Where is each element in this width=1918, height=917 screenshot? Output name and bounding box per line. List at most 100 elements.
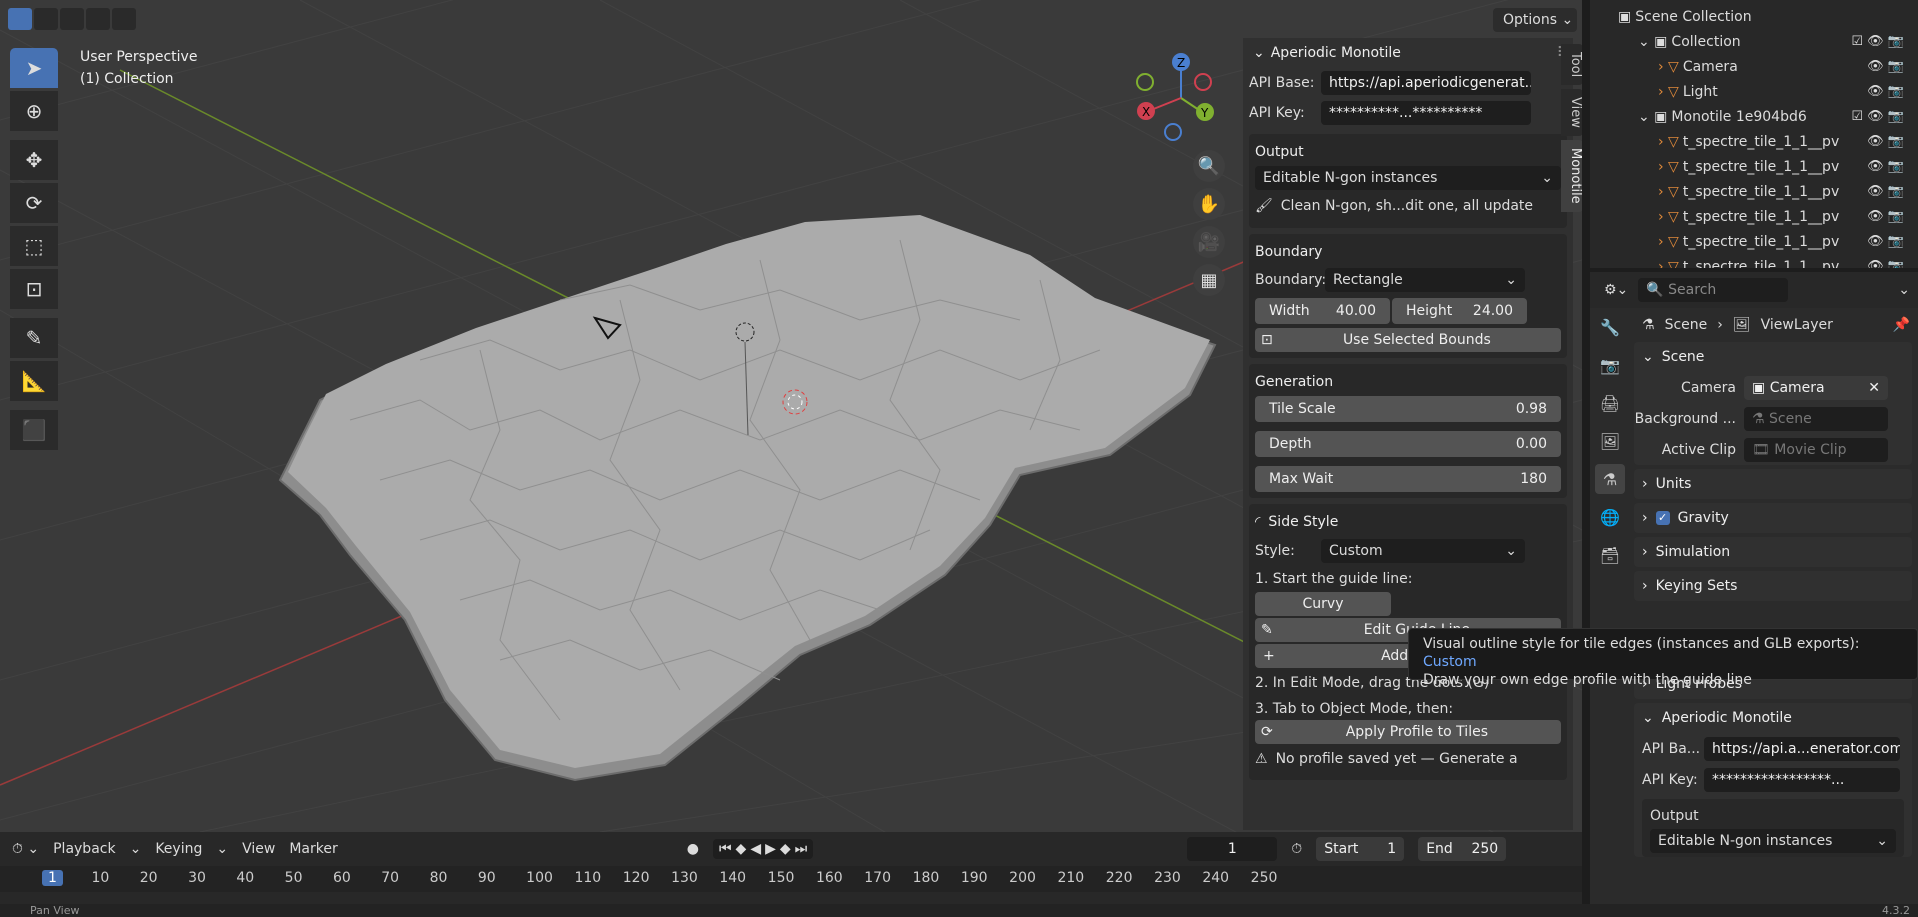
- props-api-key-field[interactable]: *****************...: [1704, 767, 1900, 792]
- render-tab-icon[interactable]: 📷: [1595, 350, 1625, 380]
- outliner-row[interactable]: › ▽ t_spectre_tile_1_1__pv 👁 📷: [1590, 154, 1918, 179]
- navigation-gizmo[interactable]: Z Y X: [1135, 52, 1230, 147]
- addon-panel-header[interactable]: ⌄Aperiodic Monotile⠿: [1249, 38, 1567, 68]
- visibility-toggles[interactable]: ☑ 👁 📷: [1851, 34, 1904, 49]
- grid-view-icon[interactable]: ▦: [1193, 264, 1225, 296]
- world-tab-icon[interactable]: 🌐: [1595, 502, 1625, 532]
- camera-view-icon[interactable]: 🎥: [1193, 226, 1225, 258]
- editor-type-icon[interactable]: ⏱ ⌄: [12, 841, 39, 857]
- next-key-icon[interactable]: ◆: [780, 841, 791, 857]
- start-field[interactable]: 1: [1387, 837, 1396, 861]
- units-panel-header[interactable]: › Units: [1634, 469, 1912, 499]
- outliner-row[interactable]: › ▽ t_spectre_tile_1_1__pv 👁 📷: [1590, 129, 1918, 154]
- outliner-row[interactable]: › ▽ t_spectre_tile_1_1__pv 👁 📷: [1590, 229, 1918, 254]
- transform-tool[interactable]: ⊡: [10, 269, 58, 309]
- rotate-tool[interactable]: ⟳: [10, 183, 58, 223]
- annotate-tool[interactable]: ✎: [10, 318, 58, 358]
- play-reverse-icon[interactable]: ◀: [750, 841, 761, 857]
- background-field[interactable]: ⚗ Scene: [1744, 406, 1888, 431]
- cursor-tool[interactable]: ⊕: [10, 91, 58, 131]
- outliner-row[interactable]: › ▽ t_spectre_tile_1_1__pv 👁 📷: [1590, 254, 1918, 269]
- use-selected-bounds-button[interactable]: ⊡ Use Selected Bounds: [1255, 328, 1561, 352]
- tool-tab-icon[interactable]: 🔧: [1595, 312, 1625, 342]
- camera-field[interactable]: ▣ Camera ✕: [1744, 375, 1888, 400]
- curvy-button[interactable]: Curvy: [1255, 592, 1391, 616]
- visibility-toggles[interactable]: 👁 📷: [1867, 159, 1904, 174]
- width-slider[interactable]: Width 40.00: [1255, 298, 1390, 324]
- select-difference-icon[interactable]: [86, 8, 110, 30]
- tile-scale-slider[interactable]: Tile Scale 0.98: [1255, 396, 1561, 422]
- prev-key-icon[interactable]: ◆: [736, 841, 747, 857]
- 3d-viewport[interactable]: Options ⌄ ➤ ⊕ ✥ ⟳ ⬚ ⊡ ✎ 📐 ⬛ User Perspec…: [0, 0, 1582, 832]
- gravity-checkbox[interactable]: ✓: [1655, 511, 1670, 525]
- chevron-down-icon[interactable]: ⌄: [1898, 282, 1910, 298]
- select-mode-buttons[interactable]: [8, 8, 136, 32]
- outliner-row[interactable]: › ▽ Camera 👁 📷: [1590, 54, 1918, 79]
- pan-hand-icon[interactable]: ✋: [1193, 188, 1225, 220]
- aperiodic-panel-header[interactable]: ⌄ Aperiodic Monotile: [1634, 703, 1912, 733]
- visibility-toggles[interactable]: 👁 📷: [1867, 259, 1904, 268]
- select-subtract-icon[interactable]: [60, 8, 84, 30]
- visibility-toggles[interactable]: 👁 📷: [1867, 234, 1904, 249]
- keying-sets-panel-header[interactable]: › Keying Sets: [1634, 571, 1912, 601]
- menu-keying[interactable]: Keying: [155, 841, 202, 857]
- outliner-row[interactable]: › ▽ t_spectre_tile_1_1__pv 👁 📷: [1590, 179, 1918, 204]
- props-api-base-field[interactable]: https://api.a...enerator.com: [1704, 736, 1900, 761]
- jump-end-icon[interactable]: ⏭: [795, 841, 808, 857]
- api-base-field[interactable]: https://api.aperiodicgenerat...: [1321, 71, 1531, 95]
- boundary-dropdown[interactable]: Rectangle ⌄: [1325, 268, 1525, 292]
- props-output-dropdown[interactable]: Editable N-gon instances ⌄: [1650, 829, 1896, 853]
- select-new-icon[interactable]: [8, 8, 32, 30]
- visibility-toggles[interactable]: 👁 📷: [1867, 84, 1904, 99]
- current-frame-field[interactable]: 1: [1187, 837, 1278, 861]
- editor-type-icon[interactable]: ⚙⌄: [1604, 282, 1628, 298]
- visibility-toggles[interactable]: ☑ 👁 📷: [1851, 109, 1904, 124]
- close-icon[interactable]: ✕: [1868, 376, 1880, 400]
- tab-monotile[interactable]: Monotile: [1561, 140, 1582, 212]
- select-extend-icon[interactable]: [34, 8, 58, 30]
- active-clip-field[interactable]: 🎞 Movie Clip: [1744, 437, 1888, 462]
- tab-view[interactable]: View: [1561, 89, 1582, 137]
- pin-icon[interactable]: 📌: [1893, 317, 1910, 333]
- select-intersect-icon[interactable]: [112, 8, 136, 30]
- zoom-icon[interactable]: 🔍: [1193, 150, 1225, 182]
- play-icon[interactable]: ▶: [765, 841, 776, 857]
- options-dropdown[interactable]: Options ⌄: [1493, 8, 1577, 32]
- visibility-toggles[interactable]: 👁 📷: [1867, 59, 1904, 74]
- collection-tab-icon[interactable]: 🗃: [1595, 540, 1625, 570]
- api-key-field[interactable]: **********...**********: [1321, 101, 1531, 125]
- add-cube-tool[interactable]: ⬛: [10, 410, 58, 450]
- menu-playback[interactable]: Playback: [53, 841, 115, 857]
- view-layer-tab-icon[interactable]: 🖼: [1595, 426, 1625, 456]
- properties-search[interactable]: 🔍 Search: [1638, 278, 1789, 302]
- menu-view[interactable]: View: [242, 841, 275, 857]
- move-tool[interactable]: ✥: [10, 140, 58, 180]
- select-box-tool[interactable]: ➤: [10, 48, 58, 88]
- visibility-toggles[interactable]: 👁 📷: [1867, 134, 1904, 149]
- scene-tab-icon[interactable]: ⚗: [1595, 464, 1625, 494]
- record-icon[interactable]: ●: [687, 841, 699, 857]
- outliner-row[interactable]: ⌄ ▣ Monotile 1e904bd6 ☑ 👁 📷: [1590, 104, 1918, 129]
- frame-ruler[interactable]: 1 10 20 30 40 50 60 70 80 90 100 110 120 130 140 150 160…: [0, 866, 1582, 892]
- tab-tool[interactable]: Tool: [1561, 44, 1582, 86]
- visibility-toggles[interactable]: 👁 📷: [1867, 209, 1904, 224]
- outliner-row[interactable]: ⌄ ▣ Collection ☑ 👁 📷: [1590, 29, 1918, 54]
- visibility-toggles[interactable]: 👁 📷: [1867, 184, 1904, 199]
- outliner-row[interactable]: › ▽ Light 👁 📷: [1590, 79, 1918, 104]
- style-dropdown[interactable]: Custom ⌄: [1321, 539, 1525, 563]
- output-mode-dropdown[interactable]: Editable N-gon instances ⌄: [1255, 166, 1561, 190]
- height-slider[interactable]: Height 24.00: [1392, 298, 1527, 324]
- scene-panel-header[interactable]: ⌄ Scene: [1634, 342, 1912, 372]
- outliner-row[interactable]: ▣ Scene Collection: [1590, 4, 1918, 29]
- clock-icon[interactable]: ⏱: [1291, 841, 1302, 857]
- jump-start-icon[interactable]: ⏮: [719, 841, 732, 857]
- measure-tool[interactable]: 📐: [10, 361, 58, 401]
- outliner-row[interactable]: › ▽ t_spectre_tile_1_1__pv 👁 📷: [1590, 204, 1918, 229]
- output-tab-icon[interactable]: 🖨: [1595, 388, 1625, 418]
- scale-tool[interactable]: ⬚: [10, 226, 58, 266]
- gravity-panel-header[interactable]: › ✓ Gravity: [1634, 503, 1912, 533]
- menu-marker[interactable]: Marker: [289, 841, 337, 857]
- end-field[interactable]: 250: [1471, 837, 1498, 861]
- max-wait-slider[interactable]: Max Wait 180: [1255, 466, 1561, 492]
- simulation-panel-header[interactable]: › Simulation: [1634, 537, 1912, 567]
